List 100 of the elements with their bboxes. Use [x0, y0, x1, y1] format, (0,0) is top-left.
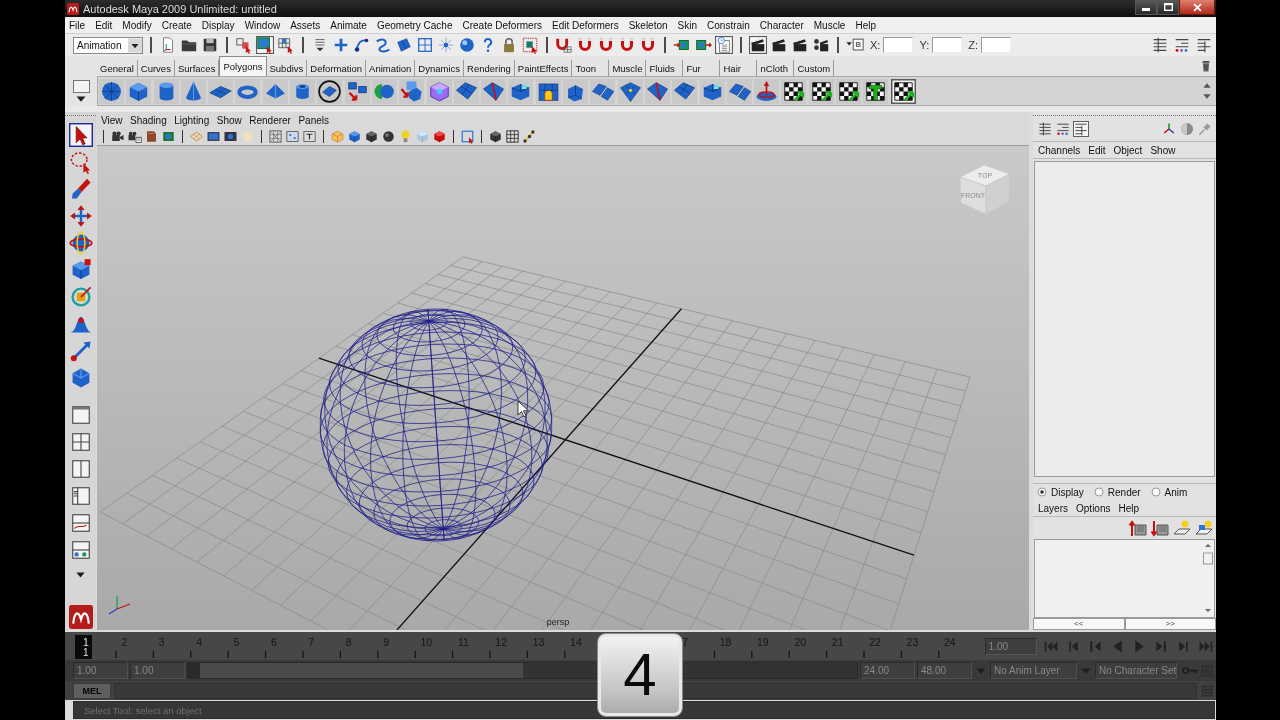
- menu-item[interactable]: Show: [216, 114, 242, 126]
- mesh-box-icon[interactable]: [699, 78, 725, 104]
- menu-item[interactable]: Constrain: [707, 19, 750, 31]
- magnet-icon[interactable]: [576, 36, 594, 54]
- menu-item[interactable]: Create Deformers: [462, 19, 542, 31]
- tiles-icon[interactable]: [726, 78, 752, 104]
- radio-button[interactable]: Display: [1037, 486, 1084, 498]
- torus-icon[interactable]: [235, 78, 261, 104]
- curve-icon[interactable]: [353, 36, 371, 54]
- target-box-icon[interactable]: [846, 36, 864, 54]
- sphere-icon[interactable]: [99, 78, 124, 104]
- history-icon[interactable]: [715, 36, 733, 54]
- two-pane-icon[interactable]: [69, 458, 92, 480]
- shaded-sphere-icon[interactable]: [381, 129, 396, 144]
- magnet-icon[interactable]: [618, 36, 636, 54]
- menu-item[interactable]: Edit Deformers: [551, 19, 619, 31]
- points-box-icon[interactable]: [285, 129, 300, 144]
- menu-item[interactable]: Animate: [330, 19, 367, 31]
- plus-icon[interactable]: [332, 36, 350, 54]
- magnet-icon[interactable]: [639, 36, 657, 54]
- magnet-grid-icon[interactable]: [555, 36, 573, 54]
- menu-item[interactable]: Shading: [130, 114, 167, 126]
- menu-item[interactable]: Skin: [677, 19, 698, 31]
- mesh-icon[interactable]: [453, 78, 479, 104]
- checker-arrow-icon[interactable]: [890, 78, 916, 104]
- shelf-menu-icon[interactable]: [72, 80, 90, 93]
- menu-item[interactable]: Layers: [1038, 502, 1068, 514]
- radio-button[interactable]: Anim: [1150, 486, 1188, 498]
- bookmark-icon[interactable]: [144, 129, 159, 144]
- combine-icon[interactable]: [344, 78, 370, 104]
- checker-arrow-icon[interactable]: [781, 78, 807, 104]
- joint-icon[interactable]: [522, 129, 537, 144]
- minimize-button[interactable]: [1135, 0, 1157, 15]
- menu-item[interactable]: Window: [244, 19, 281, 31]
- wedge-icon[interactable]: [563, 78, 589, 104]
- graph-layout-icon[interactable]: [69, 512, 92, 534]
- single-pane-icon[interactable]: [69, 404, 92, 426]
- sparkle-icon[interactable]: [437, 36, 455, 54]
- arch-mesh-icon[interactable]: [535, 78, 561, 104]
- save-icon[interactable]: [201, 36, 219, 54]
- resolution-gate-icon[interactable]: [223, 129, 238, 144]
- logo-icon[interactable]: [68, 605, 93, 629]
- shaded-cube-icon[interactable]: [488, 129, 503, 144]
- list-dots-icon[interactable]: [1173, 36, 1191, 54]
- pipe-icon[interactable]: [290, 78, 316, 104]
- input-field[interactable]: [883, 37, 914, 53]
- close-button[interactable]: [1179, 0, 1215, 15]
- menu-item[interactable]: Character: [759, 19, 804, 31]
- list-icon[interactable]: [1151, 36, 1169, 54]
- menu-item[interactable]: Create: [161, 19, 192, 31]
- cube-icon[interactable]: [347, 129, 362, 144]
- shaded-cube-icon[interactable]: [364, 129, 379, 144]
- film-camera-icon[interactable]: [812, 36, 830, 54]
- circled-plane-icon[interactable]: [317, 78, 343, 104]
- grid-square-icon[interactable]: [416, 36, 434, 54]
- layer-down-icon[interactable]: [1150, 518, 1170, 538]
- list-slider-icon[interactable]: [1073, 121, 1089, 137]
- node-layout-icon[interactable]: [69, 539, 92, 561]
- isolate-icon[interactable]: [460, 129, 475, 144]
- mesh-cut-icon[interactable]: [644, 78, 670, 104]
- camera-icon[interactable]: [110, 129, 125, 144]
- cone-icon[interactable]: [180, 78, 206, 104]
- menu-item[interactable]: Skeleton: [628, 19, 668, 31]
- universal-manipulator-icon[interactable]: [68, 285, 93, 309]
- smooth-cube-icon[interactable]: [426, 78, 452, 104]
- menu-item[interactable]: Help: [855, 19, 876, 31]
- magnet-icon[interactable]: [597, 36, 615, 54]
- menu-set-dropdown[interactable]: Animation: [73, 36, 143, 54]
- shelf-tab[interactable]: Polygons: [219, 56, 267, 76]
- menu-item[interactable]: Lighting: [174, 114, 210, 126]
- sphere-icon[interactable]: [458, 36, 476, 54]
- tiles-icon[interactable]: [590, 78, 616, 104]
- text-box-icon[interactable]: [302, 129, 317, 144]
- extract-icon[interactable]: [399, 78, 425, 104]
- plane-icon[interactable]: [395, 36, 413, 54]
- menu-item[interactable]: Object: [1113, 144, 1143, 156]
- clapper-icon[interactable]: [749, 36, 767, 54]
- caret-icon[interactable]: [76, 572, 85, 578]
- menu-item[interactable]: Edit: [95, 19, 113, 31]
- input-field[interactable]: [932, 37, 963, 53]
- camera-settings-icon[interactable]: [127, 129, 142, 144]
- plane-icon[interactable]: [208, 78, 234, 104]
- rotate-icon[interactable]: [68, 231, 93, 255]
- menu-item[interactable]: Assets: [290, 19, 321, 31]
- cylinder-icon[interactable]: [153, 78, 179, 104]
- grid-icon[interactable]: [505, 129, 520, 144]
- menu-item[interactable]: Help: [1118, 502, 1140, 514]
- move-icon[interactable]: [68, 204, 93, 228]
- caret-icon[interactable]: [76, 96, 86, 102]
- film-gate-icon[interactable]: [206, 129, 221, 144]
- mesh-cut-icon[interactable]: [481, 78, 507, 104]
- page-button[interactable]: >>: [1124, 618, 1216, 630]
- menu-item[interactable]: Options: [1076, 502, 1111, 514]
- cube-icon[interactable]: [126, 78, 152, 104]
- manipulator-icon[interactable]: [754, 78, 780, 104]
- current-time-marker[interactable]: 1 1: [75, 635, 92, 659]
- menu-item[interactable]: Channels: [1038, 144, 1081, 156]
- scroll-up-icon[interactable]: [1203, 83, 1211, 88]
- menu-item[interactable]: Muscle: [813, 19, 846, 31]
- menu-item[interactable]: Panels: [298, 114, 330, 126]
